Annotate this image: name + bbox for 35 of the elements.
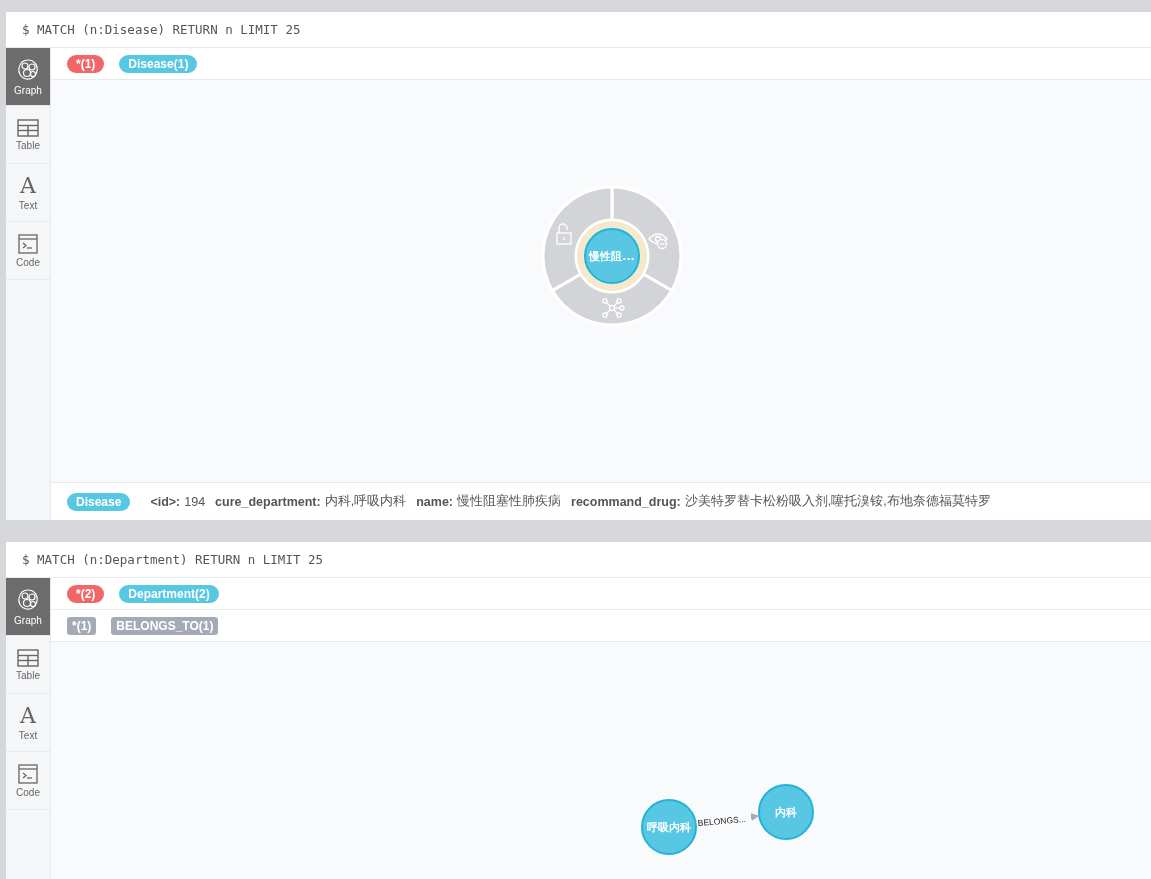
- relationship-arrow[interactable]: [750, 813, 759, 821]
- graph-node[interactable]: 呼吸内科: [641, 799, 697, 855]
- property-key: <id>:: [150, 494, 181, 509]
- property-key: name:: [416, 494, 453, 509]
- network-icon[interactable]: [602, 298, 625, 318]
- terminal-icon: [18, 763, 38, 784]
- query-text: $ MATCH (n:Disease) RETURN n LIMIT 25: [6, 12, 1151, 48]
- property-key: recommand_drug:: [571, 494, 681, 509]
- terminal-icon: [18, 233, 38, 254]
- graph-node[interactable]: 内科: [758, 784, 814, 840]
- query-text: $ MATCH (n:Department) RETURN n LIMIT 25: [6, 542, 1151, 578]
- property-value: 194: [184, 494, 206, 509]
- node-label-tag[interactable]: Disease(1): [119, 54, 198, 73]
- property-value: 慢性阻塞性肺疾病: [457, 493, 561, 510]
- node-label-tag[interactable]: *(2): [67, 584, 105, 603]
- property-value: 内科,呼吸内科: [324, 493, 407, 510]
- node-label-tag: Disease: [67, 492, 131, 511]
- graph-node[interactable]: 慢性阻...: [584, 228, 640, 284]
- table-icon: [17, 648, 39, 667]
- relationship-label: BELONGS...: [697, 813, 747, 829]
- relationship-type-tag[interactable]: BELONGS_TO(1): [111, 616, 219, 635]
- node-label-tag[interactable]: Department(2): [119, 584, 219, 603]
- table-icon: [17, 118, 39, 137]
- eye-minus-icon[interactable]: [648, 233, 668, 250]
- property-key: cure_department:: [215, 494, 321, 509]
- node-label-tag[interactable]: *(1): [67, 54, 105, 73]
- property-value: 沙美特罗替卡松粉吸入剂,噻托溴铵,布地奈德福莫特罗: [684, 493, 991, 510]
- view-tab[interactable]: Graph: [6, 578, 50, 636]
- graph-icon: [17, 57, 39, 82]
- graph-icon: [17, 587, 39, 612]
- text-icon: A: [20, 174, 36, 197]
- unlock-icon[interactable]: [556, 223, 572, 245]
- relationship-type-tag[interactable]: *(1): [67, 616, 97, 635]
- view-tab[interactable]: Graph: [6, 48, 50, 106]
- text-icon: A: [20, 704, 36, 727]
